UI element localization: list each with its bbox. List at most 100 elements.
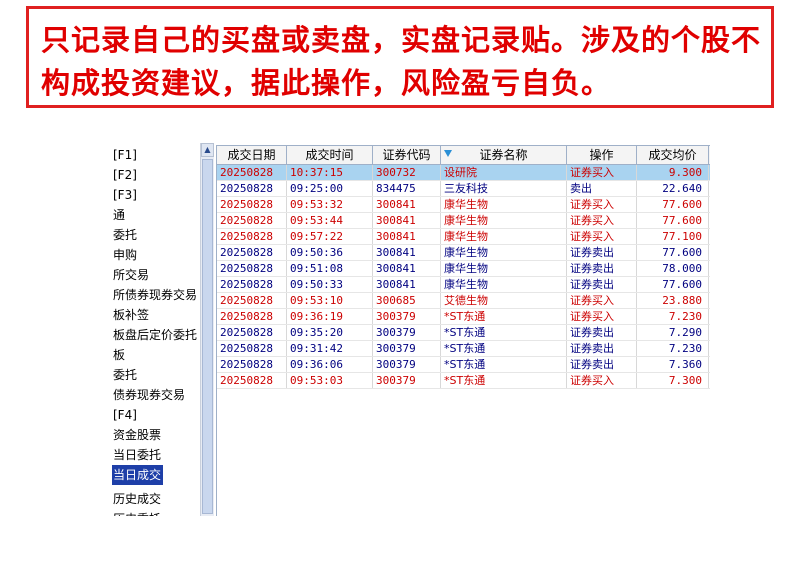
table-cell-time: 09:50:33 — [287, 277, 373, 292]
table-cell-price: 77.600 — [637, 277, 709, 292]
table-cell-price: 7.230 — [637, 309, 709, 324]
table-cell-name: 康华生物 — [441, 213, 567, 228]
table-header: 成交日期 成交时间 证券代码 证券名称 操作 成交均价 — [217, 145, 710, 165]
table-cell-name: 设研院 — [441, 165, 567, 180]
table-cell-code: 300841 — [373, 261, 441, 276]
table-cell-code: 300379 — [373, 357, 441, 372]
table-row[interactable]: 20250828 09:50:33 300841 康华生物 证券卖出 77.600 — [217, 277, 710, 293]
table-cell-op: 证券买入 — [567, 309, 637, 324]
table-row[interactable]: 20250828 10:37:15 300732 设研院 证券买入 9.300 — [217, 165, 710, 181]
table-cell-price: 77.600 — [637, 213, 709, 228]
table-cell-time: 09:25:00 — [287, 181, 373, 196]
table-cell-code: 300841 — [373, 245, 441, 260]
column-header-label: 成交日期 — [227, 148, 276, 162]
table-cell-code: 300841 — [373, 229, 441, 244]
table-cell-date: 20250828 — [217, 277, 287, 292]
table-cell-name: 三友科技 — [441, 181, 567, 196]
table-cell-name: *ST东通 — [441, 357, 567, 372]
table-cell-date: 20250828 — [217, 341, 287, 356]
table-cell-price: 77.600 — [637, 197, 709, 212]
table-cell-code: 300841 — [373, 277, 441, 292]
table-cell-op: 证券卖出 — [567, 277, 637, 292]
table-cell-name: *ST东通 — [441, 309, 567, 324]
table-cell-op: 证券买入 — [567, 293, 637, 308]
table-row[interactable]: 20250828 09:36:19 300379 *ST东通 证券买入 7.230 — [217, 309, 710, 325]
table-row[interactable]: 20250828 09:36:06 300379 *ST东通 证券卖出 7.360 — [217, 357, 710, 373]
table-row[interactable]: 20250828 09:50:36 300841 康华生物 证券卖出 77.600 — [217, 245, 710, 261]
table-cell-time: 09:36:06 — [287, 357, 373, 372]
column-header-label: 证券代码 — [382, 148, 431, 162]
table-cell-price: 78.000 — [637, 261, 709, 276]
table-cell-op: 证券卖出 — [567, 245, 637, 260]
sidebar-scrollbar[interactable]: ▲ — [200, 143, 214, 516]
table-cell-date: 20250828 — [217, 325, 287, 340]
table-cell-op: 证券买入 — [567, 229, 637, 244]
table-row[interactable]: 20250828 09:53:10 300685 艾德生物 证券买入 23.880 — [217, 293, 710, 309]
table-cell-code: 300379 — [373, 341, 441, 356]
table-cell-op: 证券卖出 — [567, 261, 637, 276]
table-cell-time: 09:31:42 — [287, 341, 373, 356]
table-cell-code: 300379 — [373, 373, 441, 388]
column-header[interactable]: 证券名称 — [441, 146, 567, 164]
table-row[interactable]: 20250828 09:35:20 300379 *ST东通 证券卖出 7.290 — [217, 325, 710, 341]
table-cell-date: 20250828 — [217, 197, 287, 212]
table-cell-date: 20250828 — [217, 181, 287, 196]
table-cell-code: 300379 — [373, 309, 441, 324]
table-row[interactable]: 20250828 09:25:00 834475 三友科技 卖出 22.640 — [217, 181, 710, 197]
table-cell-date: 20250828 — [217, 373, 287, 388]
column-header[interactable]: 证券代码 — [373, 146, 441, 164]
table-row[interactable]: 20250828 09:53:03 300379 *ST东通 证券买入 7.300 — [217, 373, 710, 389]
table-cell-price: 7.360 — [637, 357, 709, 372]
table-cell-date: 20250828 — [217, 229, 287, 244]
table-row[interactable]: 20250828 09:53:44 300841 康华生物 证券买入 77.600 — [217, 213, 710, 229]
scroll-thumb[interactable] — [202, 159, 213, 514]
table-cell-price: 77.600 — [637, 245, 709, 260]
column-header-label: 成交均价 — [648, 148, 697, 162]
table-cell-price: 77.100 — [637, 229, 709, 244]
column-header[interactable]: 成交日期 — [217, 146, 287, 164]
table-row[interactable]: 20250828 09:57:22 300841 康华生物 证券买入 77.100 — [217, 229, 710, 245]
table-cell-op: 证券卖出 — [567, 341, 637, 356]
table-row[interactable]: 20250828 09:51:08 300841 康华生物 证券卖出 78.000 — [217, 261, 710, 277]
table-row[interactable]: 20250828 09:31:42 300379 *ST东通 证券卖出 7.230 — [217, 341, 710, 357]
trades-table: 成交日期 成交时间 证券代码 证券名称 操作 成交均价 20250828 10:37:15 3… — [216, 145, 710, 516]
table-cell-time: 09:53:44 — [287, 213, 373, 228]
table-row[interactable]: 20250828 09:53:32 300841 康华生物 证券买入 77.600 — [217, 197, 710, 213]
table-cell-op: 证券买入 — [567, 165, 637, 180]
table-cell-price: 7.300 — [637, 373, 709, 388]
table-cell-name: 康华生物 — [441, 245, 567, 260]
column-header-label: 成交时间 — [305, 148, 354, 162]
table-cell-name: 康华生物 — [441, 197, 567, 212]
table-cell-date: 20250828 — [217, 261, 287, 276]
column-header[interactable]: 操作 — [567, 146, 637, 164]
table-cell-time: 09:53:32 — [287, 197, 373, 212]
table-cell-time: 09:53:03 — [287, 373, 373, 388]
table-cell-price: 23.880 — [637, 293, 709, 308]
function-sidebar: [F1] [F2] [F3] 通委托 申购 所交易 所债券现券交易 板补签 板盘后定价委托板委托… — [112, 143, 216, 516]
column-header[interactable]: 成交时间 — [287, 146, 373, 164]
table-cell-name: 康华生物 — [441, 261, 567, 276]
table-cell-time: 09:57:22 — [287, 229, 373, 244]
table-cell-op: 卖出 — [567, 181, 637, 196]
table-cell-code: 300841 — [373, 213, 441, 228]
disclaimer-banner: 只记录自己的买盘或卖盘，实盘记录贴。涉及的个股不构成投资建议，据此操作，风险盈亏… — [26, 6, 774, 108]
table-cell-time: 09:35:20 — [287, 325, 373, 340]
table-cell-code: 300841 — [373, 197, 441, 212]
table-cell-name: *ST东通 — [441, 325, 567, 340]
table-cell-date: 20250828 — [217, 165, 287, 180]
table-cell-code: 300379 — [373, 325, 441, 340]
table-cell-price: 9.300 — [637, 165, 709, 180]
sidebar-item[interactable]: 当日成交 — [112, 465, 164, 485]
table-cell-date: 20250828 — [217, 245, 287, 260]
table-body: 20250828 10:37:15 300732 设研院 证券买入 9.300 202508… — [217, 165, 710, 389]
column-header[interactable]: 成交均价 — [637, 146, 709, 164]
sort-down-icon — [444, 150, 452, 157]
table-cell-op: 证券买入 — [567, 213, 637, 228]
table-cell-name: *ST东通 — [441, 341, 567, 356]
table-cell-name: 艾德生物 — [441, 293, 567, 308]
table-cell-code: 834475 — [373, 181, 441, 196]
scroll-up-icon[interactable]: ▲ — [201, 143, 214, 157]
column-header-label: 证券名称 — [479, 148, 528, 162]
table-cell-date: 20250828 — [217, 357, 287, 372]
table-cell-price: 7.230 — [637, 341, 709, 356]
